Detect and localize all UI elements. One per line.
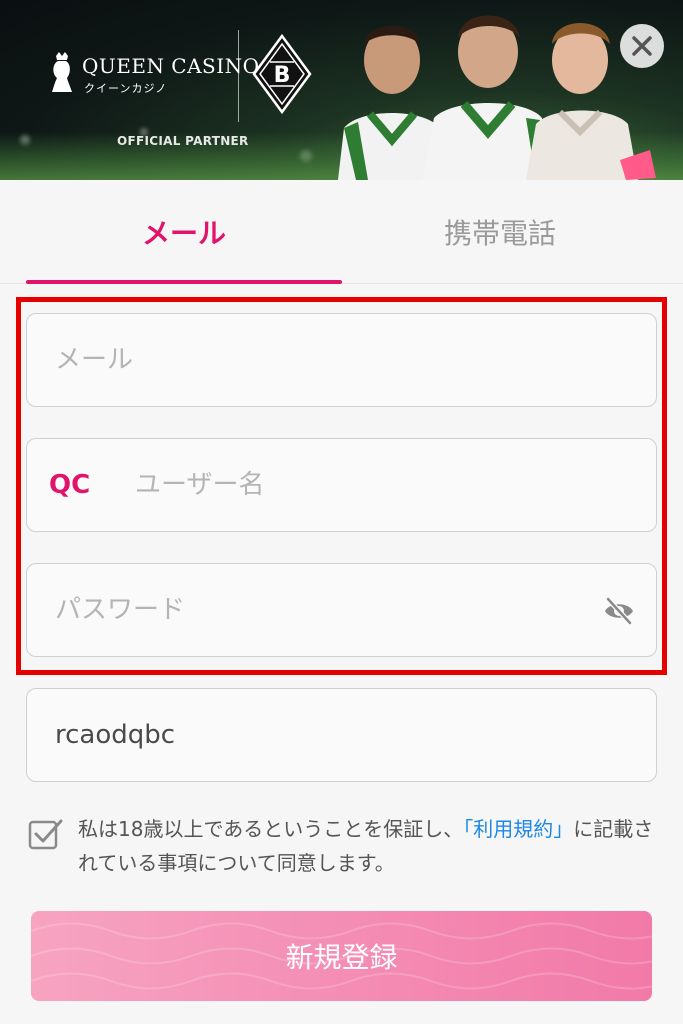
- consent-text: 私は18歳以上であるということを保証し、「利用規約」に記載されている事項について…: [78, 812, 658, 880]
- official-partner-label: OFFICIAL PARTNER: [117, 134, 249, 148]
- club-badge-letter: B: [274, 63, 291, 88]
- tab-mobile-phone[interactable]: 携帯電話: [342, 180, 658, 284]
- invite-code-input[interactable]: [27, 689, 656, 781]
- active-tab-indicator: [26, 280, 342, 284]
- partner-banner: QUEEN CASINO クイーンカジノ B OFFICIAL PARTNER: [0, 0, 683, 180]
- close-icon: [632, 36, 652, 56]
- signup-method-tabs: メール 携帯電話: [0, 180, 683, 284]
- close-button[interactable]: [620, 24, 664, 68]
- players-image: [338, 15, 656, 180]
- terms-link[interactable]: 「利用規約」: [463, 817, 573, 841]
- consent-checkbox[interactable]: [28, 816, 64, 852]
- consent-text-before: 私は18歳以上であるということを保証し、: [78, 817, 464, 841]
- logo-divider: [238, 30, 239, 122]
- register-button[interactable]: 新規登録: [31, 911, 652, 1001]
- invite-code-field: [26, 688, 657, 782]
- tab-email[interactable]: メール: [26, 180, 342, 284]
- queen-silhouette-icon: [52, 52, 72, 92]
- queen-casino-logo: QUEEN CASINO クイーンカジノ: [48, 48, 259, 96]
- highlight-annotation-box: [16, 297, 667, 675]
- brand-katakana: クイーンカジノ: [84, 82, 168, 95]
- age-consent: 私は18歳以上であるということを保証し、「利用規約」に記載されている事項について…: [26, 812, 657, 882]
- brand-name: QUEEN CASINO: [82, 54, 260, 78]
- club-badge-icon: B: [252, 34, 312, 114]
- register-button-label: 新規登録: [285, 941, 398, 974]
